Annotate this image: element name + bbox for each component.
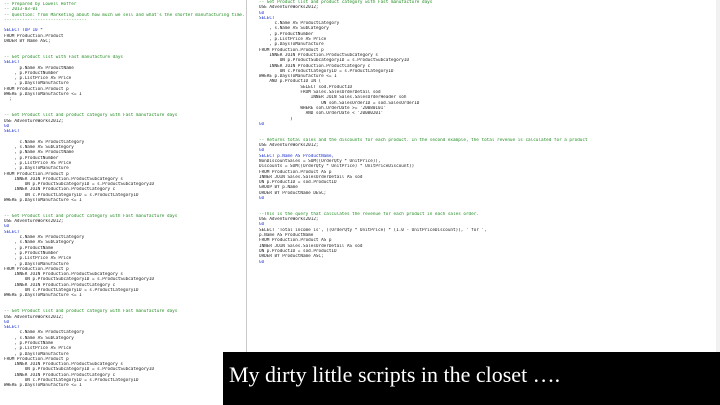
editor-pane-right[interactable]: -- Get Product list and product category… (247, 0, 720, 405)
caption-text: My dirty little scripts in the closet …. (229, 362, 561, 387)
code-lines-left: -- Prepared by Lowell Hoffer -- 2013-03-0… (0, 0, 246, 389)
code-lines-right: -- Get Product list and product category… (247, 0, 720, 265)
vertical-scrollbar[interactable] (716, 0, 720, 405)
caption-banner: My dirty little scripts in the closet …. (223, 352, 720, 405)
code-line[interactable]: GO (259, 260, 720, 265)
editor-pane-left[interactable]: -- Prepared by Lowell Hoffer -- 2013-03-0… (0, 0, 247, 405)
code-line[interactable]: WHERE p.DaysToManufacture <= 1 (4, 383, 246, 388)
